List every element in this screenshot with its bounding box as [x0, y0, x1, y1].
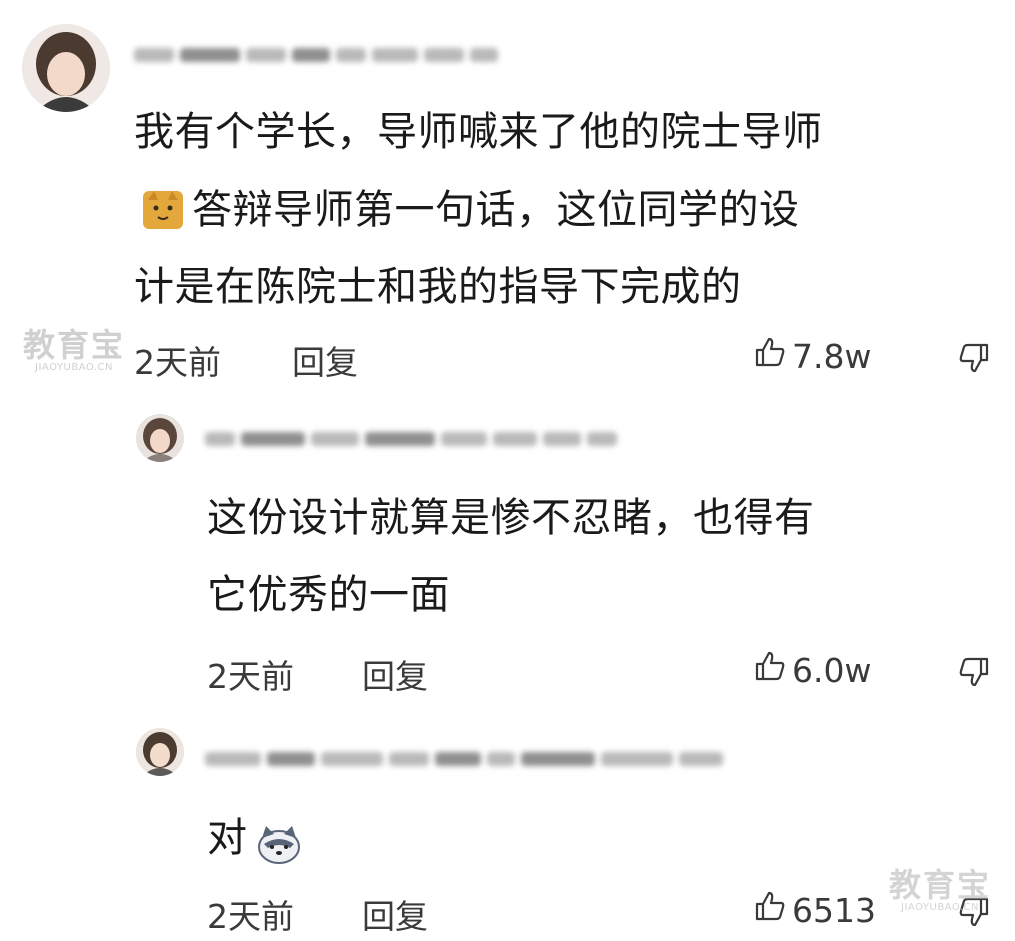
like-button[interactable]: 6513	[754, 890, 876, 930]
like-count: 6.0w	[792, 650, 872, 690]
avatar[interactable]	[136, 414, 184, 462]
watermark: 教育宝 JIAOYUBAO.CN	[884, 868, 996, 914]
watermark-cn: 教育宝	[22, 326, 125, 364]
dislike-button[interactable]	[958, 342, 990, 378]
avatar[interactable]	[22, 24, 110, 112]
comment-text-line: 它优秀的一面	[207, 572, 450, 618]
thumbs-down-icon	[958, 897, 990, 932]
comment-text-line: 对	[207, 798, 302, 878]
thumbs-down-icon	[958, 657, 990, 692]
comment-time: 2天前	[207, 657, 294, 696]
dog-emoji-icon	[256, 815, 302, 864]
thumbs-up-icon	[754, 650, 786, 690]
comment-text-line: 答辩导师第一句话，这位同学的设	[192, 187, 800, 233]
dislike-button[interactable]	[958, 656, 990, 692]
comment-text: 对	[207, 815, 248, 861]
comment-text-line: 我有个学长，导师喊来了他的院士导师	[134, 109, 823, 155]
username-blurred[interactable]	[205, 432, 617, 446]
like-count: 6513	[792, 890, 876, 930]
thumbs-down-icon	[958, 343, 990, 378]
like-count: 7.8w	[792, 336, 872, 376]
cat-emoji-icon	[142, 188, 184, 230]
like-button[interactable]: 6.0w	[754, 650, 871, 690]
comment-time: 2天前	[134, 343, 221, 382]
thumbs-up-icon	[754, 890, 786, 930]
reply-button[interactable]: 回复	[292, 336, 358, 384]
watermark-cn: 教育宝	[888, 866, 991, 904]
avatar[interactable]	[136, 728, 184, 776]
username-blurred[interactable]	[205, 752, 723, 766]
watermark: 教育宝 JIAOYUBAO.CN	[18, 328, 130, 374]
comment-time: 2天前	[207, 897, 294, 936]
username-blurred[interactable]	[134, 48, 498, 62]
comment-text-line: 这份设计就算是惨不忍睹，也得有	[207, 495, 815, 541]
thumbs-up-icon	[754, 336, 786, 376]
reply-button[interactable]: 回复	[362, 650, 428, 698]
like-button[interactable]: 7.8w	[754, 336, 871, 376]
reply-button[interactable]: 回复	[362, 890, 428, 938]
comment-text-line: 计是在陈院士和我的指导下完成的	[134, 264, 742, 310]
